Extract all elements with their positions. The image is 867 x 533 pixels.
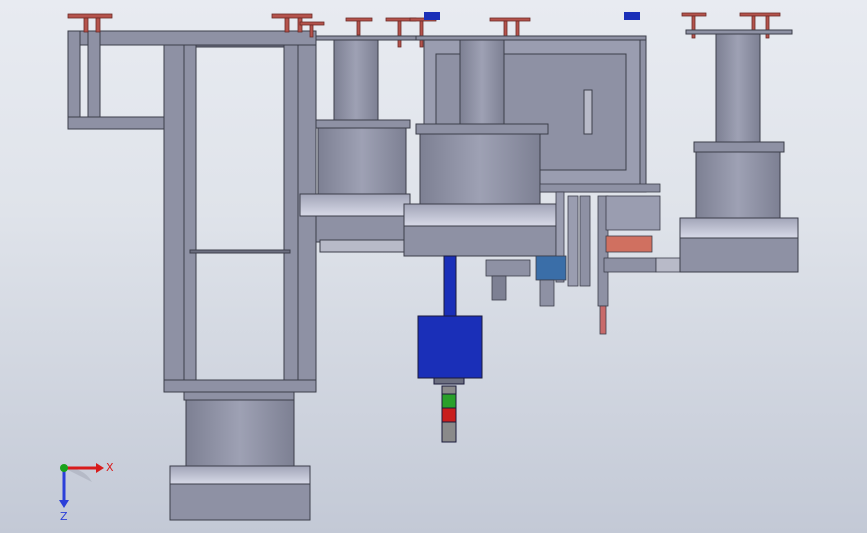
drum-bottom-left [169,391,311,521]
z-axis-arrow-icon [59,500,69,508]
x-axis-label: X [106,461,114,474]
cad-model-view[interactable] [0,0,867,533]
left-frame [67,30,317,393]
drum-right [679,29,799,273]
orientation-triad: X Z [50,452,120,523]
graphics-viewport[interactable]: X Z [0,0,867,533]
x-axis-arrow-icon [96,463,104,473]
y-axis-dot-icon [60,464,68,472]
z-axis-label: Z [60,510,68,522]
motor-assembly [417,255,483,443]
triad-arc [64,467,92,482]
triad-axes: X Z [59,461,114,523]
